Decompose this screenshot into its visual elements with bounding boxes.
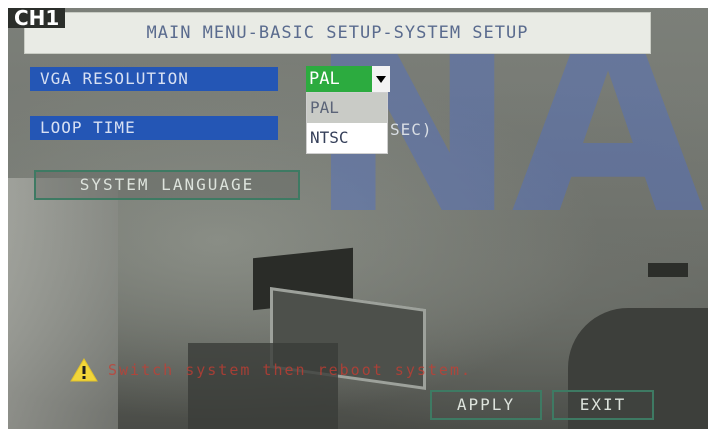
system-language-button[interactable]: SYSTEM LANGUAGE	[34, 170, 300, 200]
option-ntsc[interactable]: NTSC	[307, 123, 387, 153]
apply-button[interactable]: APPLY	[430, 390, 542, 420]
vga-resolution-options: PAL NTSC	[306, 92, 388, 154]
warning-message: Switch system then reboot system.	[70, 358, 472, 382]
dvr-screen: NA MAIN MENU-BASIC SETUP-SYSTEM SETUP CH…	[8, 8, 708, 429]
loop-time-unit: SEC)	[390, 120, 433, 139]
dropdown-arrow-icon[interactable]	[372, 66, 390, 92]
exit-button[interactable]: EXIT	[552, 390, 654, 420]
background-desk	[188, 343, 338, 429]
option-pal[interactable]: PAL	[307, 93, 387, 123]
page-title: MAIN MENU-BASIC SETUP-SYSTEM SETUP	[24, 12, 651, 54]
channel-label: CH1	[8, 8, 66, 28]
vga-resolution-label: VGA RESOLUTION	[30, 67, 278, 91]
warning-triangle-icon	[70, 358, 98, 382]
loop-time-label: LOOP TIME	[30, 116, 278, 140]
vga-resolution-select[interactable]: PAL	[306, 66, 372, 92]
background-wall	[8, 178, 118, 429]
warning-text: Switch system then reboot system.	[108, 361, 473, 379]
